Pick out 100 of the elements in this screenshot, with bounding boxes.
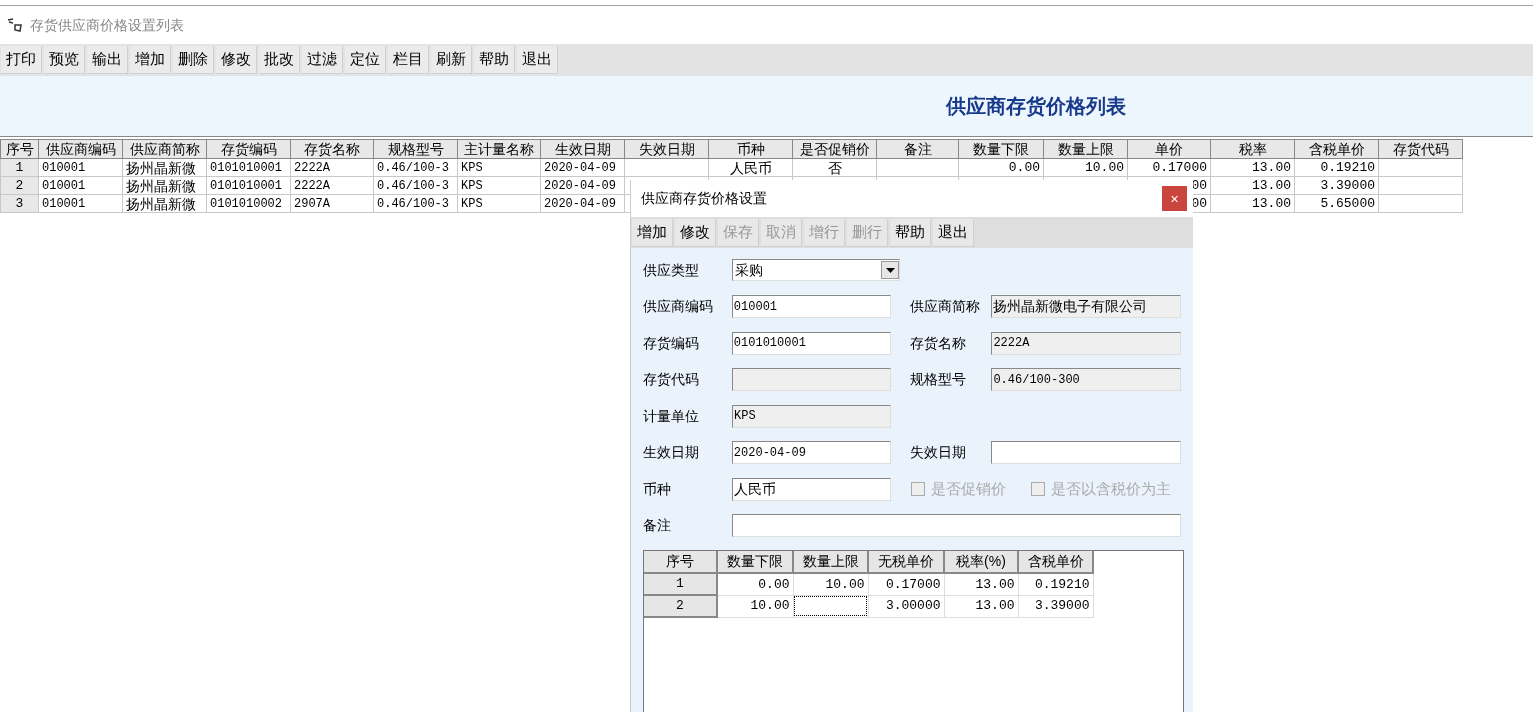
close-button[interactable]: × (1162, 186, 1187, 211)
column-header: 供应商编码 (38, 139, 123, 159)
table-cell: 010001 (38, 158, 123, 177)
toolbar-button[interactable]: 修改 (675, 218, 716, 247)
table-cell: 13.00 (1210, 158, 1295, 177)
field-label: 存货名称 (909, 333, 967, 353)
table-cell: 0101010001 (206, 176, 291, 195)
table-cell: 0.19210 (1294, 158, 1379, 177)
field-label: 失效日期 (909, 443, 967, 463)
column-header: 币种 (708, 139, 793, 159)
table-cell: 2020-04-09 (540, 194, 625, 213)
column-header: 单价 (1127, 139, 1211, 159)
toolbar-button[interactable]: 增加 (130, 46, 171, 74)
table-cell: 扬州晶新微 (122, 176, 207, 195)
grid-cell[interactable]: 10.00 (717, 595, 793, 617)
table-cell: 10.00 (1043, 158, 1128, 177)
column-header: 数量上限 (1043, 139, 1128, 159)
table-cell: 0.46/100-3 (373, 176, 458, 195)
toolbar-button[interactable]: 过滤 (302, 46, 343, 74)
input-field[interactable]: 2020-04-09 (731, 441, 891, 465)
table-cell: 人民币 (708, 158, 793, 177)
toolbar-button[interactable]: 修改 (216, 46, 257, 74)
toolbar-button[interactable]: 预览 (44, 46, 85, 74)
column-header: 数量下限 (717, 551, 793, 573)
table-cell: 0.00 (958, 158, 1044, 177)
column-header: 存货代码 (1378, 139, 1463, 159)
toolbar-button[interactable]: 退出 (933, 218, 974, 247)
input-field[interactable]: 扬州晶新微电子有限公司 (991, 295, 1181, 319)
toolbar-button[interactable]: 栏目 (388, 46, 429, 74)
grid-cell[interactable]: 3.00000 (868, 595, 944, 617)
table-cell: 0.46/100-3 (373, 158, 458, 177)
grid-cell[interactable]: 13.00 (944, 573, 1018, 595)
column-header: 存货编码 (206, 139, 291, 159)
toolbar-button[interactable]: 帮助 (474, 46, 515, 74)
column-header: 序号 (644, 551, 717, 573)
table-cell: 3.39000 (1294, 176, 1379, 195)
column-header: 含税单价 (1018, 551, 1093, 573)
grid-cell[interactable] (793, 595, 868, 617)
dialog-title: 供应商存货价格设置 (641, 189, 767, 208)
toolbar-button[interactable]: 输出 (87, 46, 128, 74)
grid-cell[interactable]: 0.19210 (1018, 573, 1093, 595)
grid-cell[interactable]: 13.00 (944, 595, 1018, 617)
table-cell: 2907A (290, 194, 374, 213)
field-label: 币种 (643, 479, 672, 499)
field-label: 供应商编码 (643, 297, 714, 317)
field-label: 供应商简称 (909, 297, 981, 317)
column-header: 数量下限 (958, 139, 1044, 159)
toolbar-button[interactable]: 批改 (259, 46, 300, 74)
toolbar-button[interactable]: 删除 (173, 46, 214, 74)
table-cell: 13.00 (1210, 176, 1295, 195)
toolbar-button[interactable]: 打印 (1, 46, 42, 74)
table-cell: 010001 (38, 176, 123, 195)
checkbox-label: 是否促销价 (931, 479, 1006, 499)
column-header: 存货名称 (290, 139, 374, 159)
toolbar-button[interactable]: 帮助 (890, 218, 931, 247)
grid-cell[interactable]: 0.17000 (868, 573, 944, 595)
input-field[interactable]: 010001 (731, 295, 891, 319)
toolbar-button[interactable]: 刷新 (431, 46, 472, 74)
field-label: 存货编码 (643, 333, 700, 353)
app-icon (6, 17, 24, 33)
dropdown-arrow-icon (885, 267, 895, 273)
dropdown-field[interactable]: 采购 (732, 259, 900, 282)
grid-cell[interactable]: 0.00 (717, 573, 793, 595)
field-label: 计量单位 (643, 406, 700, 426)
column-header: 规格型号 (373, 139, 458, 159)
grid-cell[interactable]: 3.39000 (1018, 595, 1093, 617)
column-header: 无税单价 (868, 551, 944, 573)
field-label: 存货代码 (643, 370, 700, 390)
row-number: 1 (644, 573, 717, 595)
input-field[interactable]: 0.46/100-300 (991, 368, 1181, 392)
report-title: 供应商存货价格列表 (946, 94, 1126, 119)
table-cell: 13.00 (1210, 194, 1295, 213)
checkbox-label: 是否以含税价为主 (1051, 479, 1171, 499)
input-field[interactable] (731, 368, 891, 392)
table-cell: 0.46/100-3 (373, 194, 458, 213)
column-header: 备注 (876, 139, 959, 159)
input-field[interactable] (991, 441, 1181, 465)
input-field[interactable] (731, 514, 1181, 538)
input-field[interactable]: 人民币 (732, 477, 891, 501)
field-label: 规格型号 (909, 370, 967, 390)
grid-cell[interactable]: 10.00 (793, 573, 868, 595)
toolbar-button[interactable]: 退出 (517, 46, 558, 74)
table-cell: 扬州晶新微 (122, 194, 207, 213)
table-cell: 2222A (290, 158, 374, 177)
table-cell: 扬州晶新微 (122, 158, 207, 177)
input-field[interactable]: KPS (732, 404, 891, 428)
table-cell: 否 (792, 158, 877, 177)
table-cell: 010001 (38, 194, 123, 213)
column-header: 税率(%) (944, 551, 1018, 573)
input-field[interactable]: 2222A (991, 331, 1181, 355)
column-header: 税率 (1210, 139, 1295, 159)
toolbar-button[interactable]: 定位 (345, 46, 386, 74)
table-cell: KPS (457, 158, 541, 177)
column-header: 是否促销价 (792, 139, 877, 159)
toolbar-button[interactable]: 增加 (632, 218, 673, 247)
column-header: 生效日期 (540, 139, 625, 159)
column-header: 失效日期 (624, 139, 709, 159)
table-cell: 5.65000 (1294, 194, 1379, 213)
column-header: 供应商简称 (122, 139, 207, 159)
input-field[interactable]: 0101010001 (731, 331, 891, 355)
